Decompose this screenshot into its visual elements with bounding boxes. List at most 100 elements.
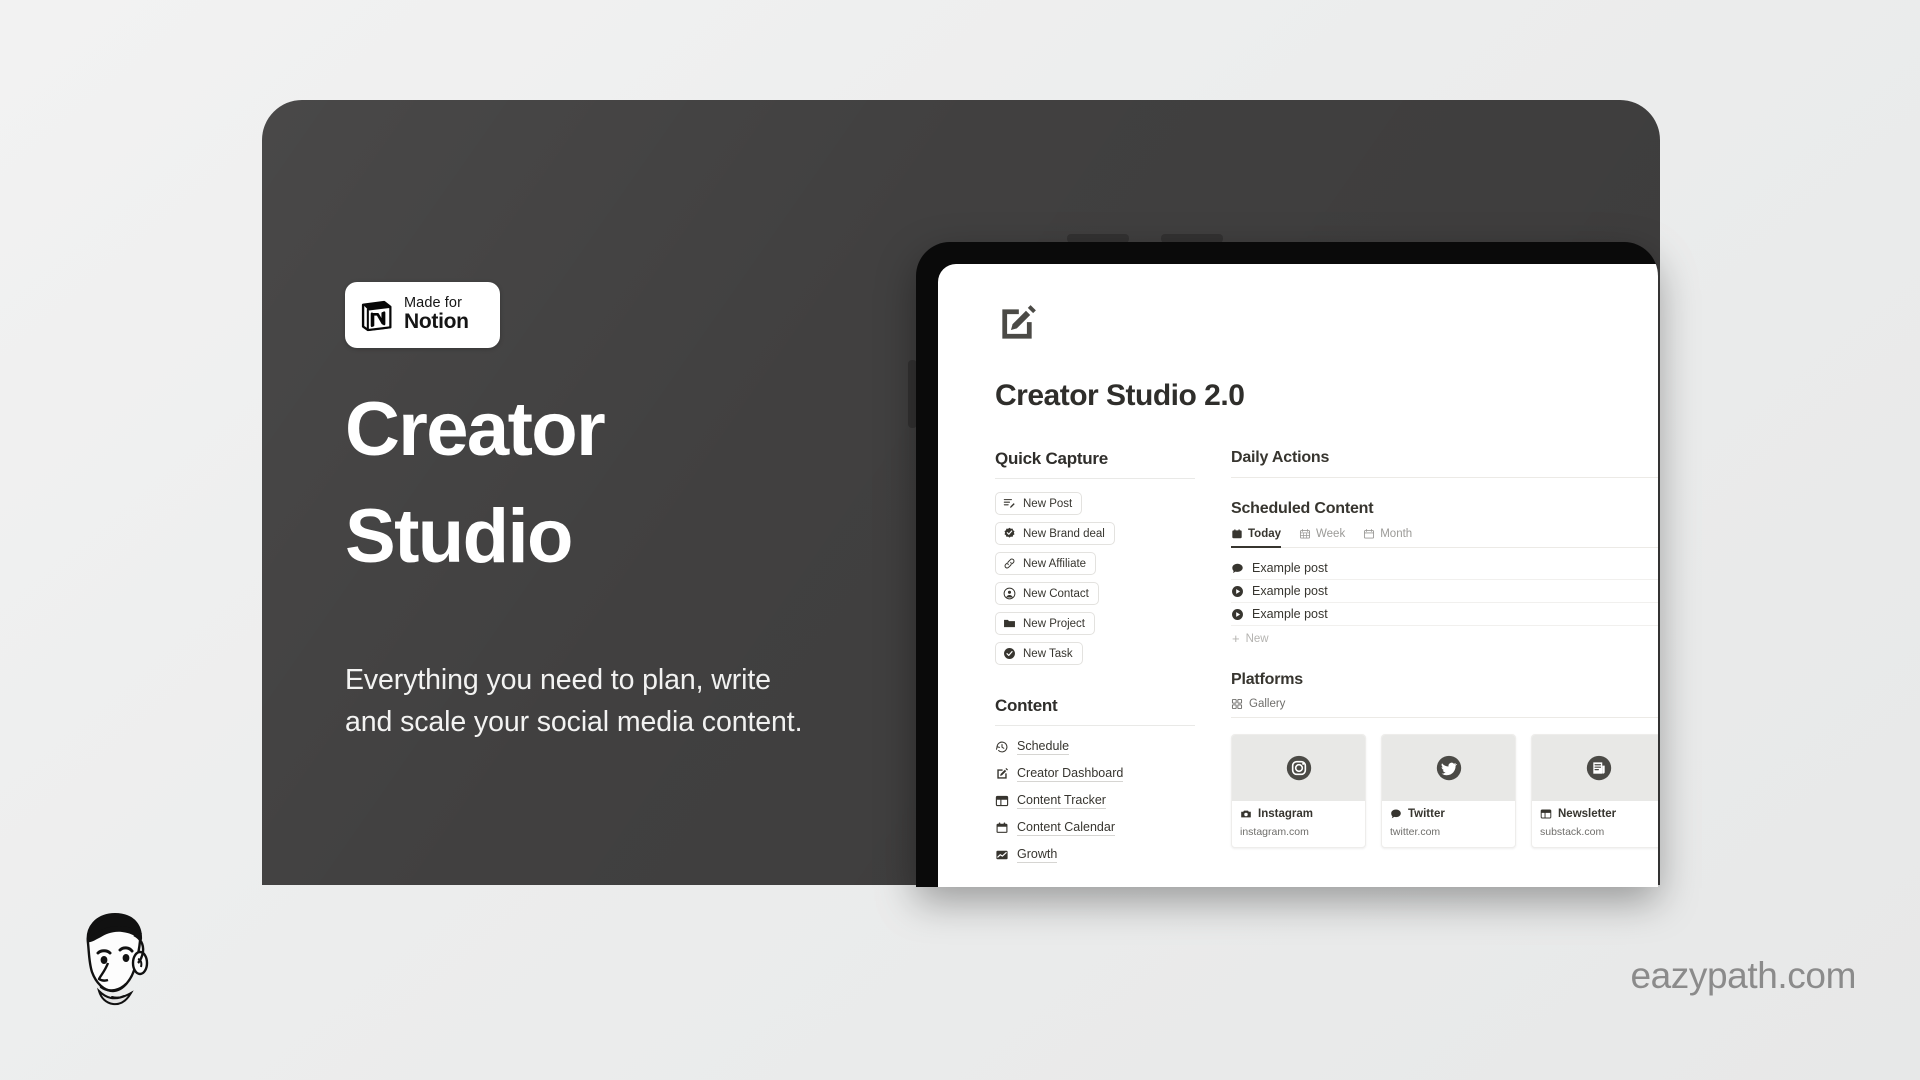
headline-line-2: Studio xyxy=(345,493,573,579)
table-row[interactable]: Example post xyxy=(1231,557,1658,580)
sidebar-item-content-tracker-label: Content Tracker xyxy=(1017,793,1106,809)
plus-icon: + xyxy=(1232,631,1240,646)
notion-page-title: Creator Studio 2.0 xyxy=(995,379,1245,412)
content-heading: Content xyxy=(995,696,1195,726)
sidebar-item-creator-dashboard[interactable]: Creator Dashboard xyxy=(995,766,1195,782)
card-title: Newsletter xyxy=(1558,808,1617,820)
sidebar-item-schedule-label: Schedule xyxy=(1017,739,1070,755)
tab-today-label: Today xyxy=(1248,528,1282,540)
badge-made-for-label: Made for xyxy=(404,294,463,311)
post-name: Example post xyxy=(1252,561,1328,575)
scheduled-content-heading: Scheduled Content xyxy=(1231,500,1374,517)
quick-capture-buttons: New Post New Brand deal New Affiliate Ne… xyxy=(995,492,1195,672)
card-title-row: Instagram xyxy=(1240,808,1357,820)
play-circle-icon xyxy=(1232,608,1243,620)
twitter-bird-icon xyxy=(1436,755,1461,781)
new-project-button[interactable]: New Project xyxy=(995,612,1095,635)
platform-card-twitter[interactable]: Twitter twitter.com xyxy=(1381,734,1516,848)
sidebar-item-content-calendar-label: Content Calendar xyxy=(1017,820,1115,836)
verified-badge-icon xyxy=(1004,527,1015,538)
card-body: Newsletter substack.com xyxy=(1532,801,1658,847)
gallery-grid-icon xyxy=(1231,698,1243,710)
new-brand-deal-button[interactable]: New Brand deal xyxy=(995,522,1115,545)
person-circle-icon xyxy=(1003,587,1016,600)
badge-text-block: Made for Notion xyxy=(404,294,469,334)
tablet-screen: Creator Studio 2.0 Quick Capture New Pos… xyxy=(938,264,1658,887)
edit-square-icon xyxy=(997,767,1009,779)
new-affiliate-label: New Affiliate xyxy=(1023,557,1087,570)
subheadline-line-1: Everything you need to plan, write xyxy=(345,664,771,696)
new-affiliate-button[interactable]: New Affiliate xyxy=(995,552,1097,575)
made-for-notion-badge: Made for Notion xyxy=(345,282,500,348)
notion-logo-icon xyxy=(361,300,392,332)
table-icon xyxy=(995,795,1009,807)
card-url: twitter.com xyxy=(1390,826,1441,838)
calendar-month-icon xyxy=(1364,529,1375,539)
comment-icon xyxy=(1232,563,1243,573)
table-row[interactable]: Example post Ap xyxy=(1231,580,1658,603)
add-new-label: New xyxy=(1245,632,1269,645)
platform-card-instagram[interactable]: Instagram instagram.com xyxy=(1231,734,1366,848)
site-url-watermark: eazypath.com xyxy=(1630,955,1856,996)
card-title-row: Twitter xyxy=(1390,808,1507,820)
sidebar-item-growth[interactable]: Growth xyxy=(995,847,1195,863)
card-body: Instagram instagram.com xyxy=(1232,801,1365,847)
new-post-button[interactable]: New Post xyxy=(995,492,1083,515)
tab-month[interactable]: Month xyxy=(1363,528,1412,548)
page-title: Creator Studio xyxy=(345,387,985,603)
headline-line-1: Creator xyxy=(345,387,606,472)
sidebar-item-content-calendar[interactable]: Content Calendar xyxy=(995,820,1195,836)
new-project-label: New Project xyxy=(1023,617,1085,630)
camera-icon xyxy=(1241,810,1251,818)
screenshot-canvas: Made for Notion Creator Studio Everythin… xyxy=(0,0,1920,1080)
tablet-bezel: Creator Studio 2.0 Quick Capture New Pos… xyxy=(916,242,1658,887)
card-thumbnail xyxy=(1232,735,1365,801)
badge-brand-label: Notion xyxy=(404,310,469,334)
check-circle-icon xyxy=(1004,648,1015,659)
sidebar-item-growth-label: Growth xyxy=(1017,847,1058,863)
sidebar-item-content-tracker[interactable]: Content Tracker xyxy=(995,793,1195,809)
platform-card-newsletter[interactable]: Newsletter substack.com xyxy=(1531,734,1658,848)
tab-gallery[interactable]: Gallery xyxy=(1231,698,1658,718)
face-avatar-logo xyxy=(86,913,149,1006)
card-url: instagram.com xyxy=(1240,826,1309,838)
new-task-button[interactable]: New Task xyxy=(995,642,1083,665)
card-title: Twitter xyxy=(1408,808,1445,820)
clock-history-icon xyxy=(996,741,1008,753)
daily-actions-heading: Daily Actions xyxy=(1231,449,1658,478)
platforms-heading: Platforms xyxy=(1231,671,1303,688)
tablet-device-mockup: Creator Studio 2.0 Quick Capture New Pos… xyxy=(908,234,1658,887)
tab-week[interactable]: Week xyxy=(1299,528,1345,548)
sidebar-item-schedule[interactable]: Schedule xyxy=(995,739,1195,755)
table-row[interactable]: Example post A xyxy=(1231,603,1658,626)
tab-today[interactable]: Today xyxy=(1231,528,1282,548)
tab-week-label: Week xyxy=(1316,528,1346,540)
play-circle-icon xyxy=(1232,585,1243,597)
right-column: Daily Actions Scheduled Content Today We… xyxy=(1231,449,1658,887)
calendar-icon xyxy=(996,822,1008,833)
tab-gallery-label: Gallery xyxy=(1249,698,1286,710)
notion-columns: Quick Capture New Post New Brand deal Ne… xyxy=(995,449,1658,887)
card-url: substack.com xyxy=(1540,826,1605,838)
post-name: Example post xyxy=(1252,584,1328,598)
quick-capture-heading: Quick Capture xyxy=(995,449,1195,479)
subheadline-line-2: and scale your social media content. xyxy=(345,705,803,738)
new-contact-button[interactable]: New Contact xyxy=(995,582,1099,605)
notion-page: Creator Studio 2.0 Quick Capture New Pos… xyxy=(938,264,1658,887)
new-contact-label: New Contact xyxy=(1023,587,1089,600)
card-body: Twitter twitter.com xyxy=(1382,801,1515,847)
link-icon xyxy=(1004,558,1015,569)
new-task-label: New Task xyxy=(1023,647,1073,660)
left-column: Quick Capture New Post New Brand deal Ne… xyxy=(995,449,1195,887)
card-title: Instagram xyxy=(1258,808,1313,820)
list-pencil-icon xyxy=(1003,499,1015,508)
table-icon xyxy=(1540,809,1552,819)
add-new-row-button[interactable]: + New xyxy=(1231,626,1658,645)
new-post-label: New Post xyxy=(1023,497,1073,510)
instagram-icon xyxy=(1286,755,1311,781)
scheduled-content-tabs: Today Week Month xyxy=(1231,528,1658,548)
newsletter-icon xyxy=(1586,755,1611,781)
chart-area-icon xyxy=(996,850,1008,860)
